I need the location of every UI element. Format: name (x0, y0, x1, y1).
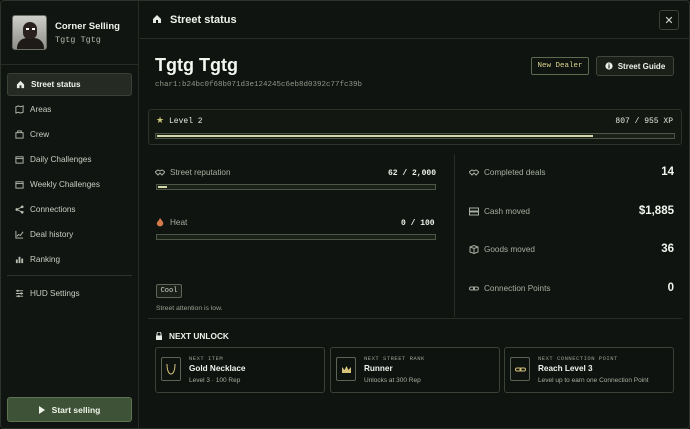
heat-status-badge: Cool (156, 284, 182, 298)
flame-icon (156, 218, 164, 227)
cash-moved-label: Cash moved (469, 207, 530, 216)
reputation-label: Street reputation (155, 168, 231, 177)
handshake-icon (155, 169, 165, 176)
card-kicker: NEXT ITEM (189, 355, 224, 362)
sidebar-item-label: Daily Challenges (30, 155, 92, 164)
next-rank-card: NEXT STREET RANK Runner Unlocks at 300 R… (330, 347, 500, 393)
next-unlock-title: NEXT UNLOCK (155, 331, 229, 341)
info-icon (605, 62, 613, 70)
sidebar-item-street-status[interactable]: Street status (7, 73, 132, 96)
sidebar-item-ranking[interactable]: Ranking (7, 248, 132, 271)
card-subtitle: Unlocks at 300 Rep (364, 377, 421, 384)
connection-points-value: 0 (667, 282, 674, 294)
next-connection-card: NEXT CONNECTION POINT Reach Level 3 Leve… (504, 347, 674, 393)
sidebar-item-label: Crew (30, 130, 50, 139)
street-guide-label: Street Guide (617, 61, 666, 71)
reputation-progress-bar (156, 184, 436, 190)
card-title: Reach Level 3 (538, 364, 593, 373)
sidebar-item-label: Street status (31, 80, 81, 89)
sidebar-item-label: Connections (30, 205, 76, 214)
sidebar-item-label: HUD Settings (30, 289, 80, 298)
box-icon (469, 245, 479, 254)
start-selling-button[interactable]: Start selling (7, 397, 132, 422)
header: Street status ✕ (140, 1, 689, 39)
sidebar-item-weekly-challenges[interactable]: Weekly Challenges (7, 173, 132, 196)
chart-icon (15, 230, 24, 239)
cash-icon (469, 207, 479, 216)
rank-badge: New Dealer (531, 57, 589, 75)
connection-points-label: Connection Points (469, 284, 550, 293)
calendar-icon (15, 156, 24, 164)
sidebar-item-deal-history[interactable]: Deal history (7, 223, 132, 246)
share-icon (15, 205, 24, 214)
close-button[interactable]: ✕ (659, 10, 679, 30)
profile-subtitle: Tgtg Tgtg (55, 35, 101, 45)
card-subtitle: Level up to earn one Connection Point (538, 377, 649, 384)
page-title: Street status (170, 14, 237, 26)
card-title: Runner (364, 364, 393, 373)
sidebar-nav: Street status Areas Crew Daily Challenge… (7, 73, 132, 307)
level-panel: ★ Level 2 807 / 955 XP (148, 109, 682, 145)
sidebar-item-crew[interactable]: Crew (7, 123, 132, 146)
main-content: Tgtg Tgtg char1:b24bc0f68b071d3e124245c6… (140, 40, 689, 428)
level-label: Level 2 (169, 117, 203, 126)
reputation-value: 62 / 2,000 (388, 169, 437, 178)
start-selling-label: Start selling (51, 404, 101, 415)
necklace-icon (161, 357, 181, 381)
heat-progress-bar (156, 234, 436, 240)
heat-value: 0 / 100 (401, 219, 435, 228)
character-id: char1:b24bc0f68b071d3e124245c6eb8d0392c7… (155, 81, 363, 89)
sidebar-item-label: Weekly Challenges (30, 180, 100, 189)
character-name: Tgtg Tgtg (155, 55, 238, 75)
app-window: Corner Selling Tgtg Tgtg Street status A… (0, 0, 690, 429)
sidebar-item-connections[interactable]: Connections (7, 198, 132, 221)
lock-icon (156, 332, 162, 340)
sidebar-item-areas[interactable]: Areas (7, 98, 132, 121)
xp-progress-fill (157, 135, 593, 137)
close-icon: ✕ (664, 14, 674, 27)
play-icon (38, 405, 45, 414)
stats-divider (454, 154, 455, 317)
sliders-icon (15, 289, 24, 298)
ranking-icon (15, 256, 24, 264)
profile-title: Corner Selling (55, 21, 120, 32)
next-item-card: NEXT ITEM Gold Necklace Level 3 · 100 Re… (155, 347, 325, 393)
goods-moved-label: Goods moved (469, 245, 535, 254)
map-icon (15, 105, 24, 114)
level-xp: 807 / 955 XP (615, 117, 673, 126)
sidebar: Corner Selling Tgtg Tgtg Street status A… (1, 1, 139, 428)
calendar-icon (15, 181, 24, 189)
reputation-progress-fill (158, 186, 167, 188)
card-title: Gold Necklace (189, 364, 246, 373)
street-guide-button[interactable]: Street Guide (596, 56, 674, 76)
stats-panel: Street reputation 62 / 2,000 Heat 0 / 10… (148, 152, 682, 319)
home-icon (16, 80, 25, 89)
sidebar-divider (7, 275, 132, 276)
link-icon (469, 286, 479, 291)
sidebar-item-label: Areas (30, 105, 52, 114)
card-kicker: NEXT CONNECTION POINT (538, 355, 618, 362)
sidebar-item-hud-settings[interactable]: HUD Settings (7, 282, 132, 305)
goods-moved-value: 36 (661, 243, 674, 255)
sidebar-item-label: Deal history (30, 230, 74, 239)
card-subtitle: Level 3 · 100 Rep (189, 377, 241, 384)
xp-progress-bar (155, 133, 675, 139)
crew-icon (15, 130, 24, 139)
home-icon (153, 15, 161, 23)
heat-label: Heat (155, 218, 187, 227)
link-icon (510, 357, 530, 381)
cash-moved-value: $1,885 (638, 205, 674, 217)
avatar (12, 15, 47, 50)
handshake-icon (469, 169, 479, 176)
sidebar-item-daily-challenges[interactable]: Daily Challenges (7, 148, 132, 171)
profile-header: Corner Selling Tgtg Tgtg (1, 1, 139, 65)
sidebar-item-label: Ranking (30, 255, 61, 264)
heat-note: Street attention is low. (156, 305, 223, 312)
card-kicker: NEXT STREET RANK (364, 355, 425, 362)
completed-deals-value: 14 (661, 166, 674, 178)
crown-icon (336, 357, 356, 381)
star-icon: ★ (156, 115, 165, 125)
completed-deals-label: Completed deals (469, 168, 545, 177)
